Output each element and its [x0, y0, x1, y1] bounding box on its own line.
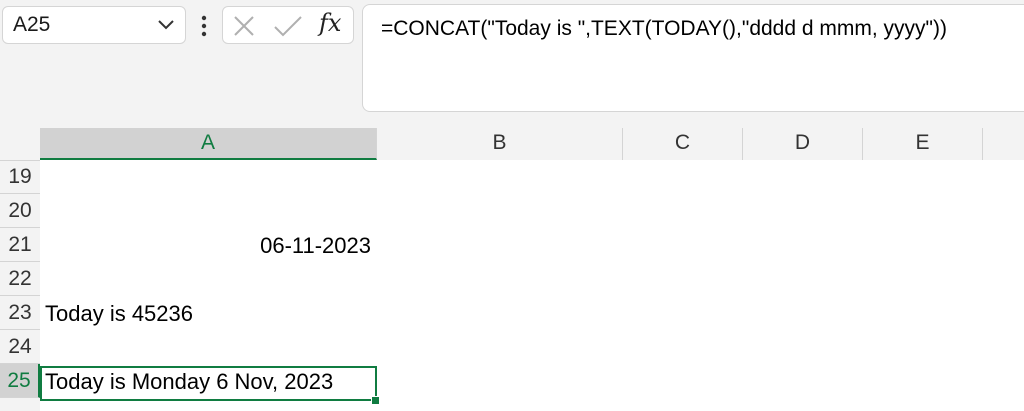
fill-handle[interactable] [371, 396, 380, 405]
more-options-icon[interactable] [198, 14, 210, 38]
chevron-down-icon[interactable] [157, 19, 175, 31]
cell-a21[interactable]: 06-11-2023 [260, 233, 371, 259]
column-header-a[interactable]: A [40, 128, 377, 160]
column-headers: A B C D E [0, 128, 1024, 161]
formula-input[interactable]: =CONCAT("Today is ",TEXT(TODAY(),"dddd d… [362, 4, 1024, 112]
insert-function-icon[interactable]: fx [319, 9, 341, 37]
name-box-value: A25 [13, 13, 51, 36]
column-header-e[interactable]: E [863, 128, 983, 160]
column-header-c[interactable]: C [623, 128, 743, 160]
row-header-19[interactable]: 19 [0, 160, 40, 194]
checkmark-icon[interactable] [273, 15, 303, 37]
row-header-25[interactable]: 25 [0, 364, 40, 398]
row-header-21[interactable]: 21 [0, 228, 40, 262]
column-header-d[interactable]: D [743, 128, 863, 160]
row-header-24[interactable]: 24 [0, 330, 40, 364]
name-box[interactable]: A25 [2, 6, 186, 44]
formula-text: =CONCAT("Today is ",TEXT(TODAY(),"dddd d… [381, 17, 947, 40]
cell-a23[interactable]: Today is 45236 [45, 301, 193, 327]
row-header-22[interactable]: 22 [0, 262, 40, 296]
column-header-b[interactable]: B [377, 128, 623, 160]
formula-controls: fx [222, 6, 354, 44]
row-header-20[interactable]: 20 [0, 194, 40, 228]
row-header-23[interactable]: 23 [0, 296, 40, 330]
cancel-icon[interactable] [233, 15, 255, 37]
active-cell-selection [40, 366, 377, 401]
